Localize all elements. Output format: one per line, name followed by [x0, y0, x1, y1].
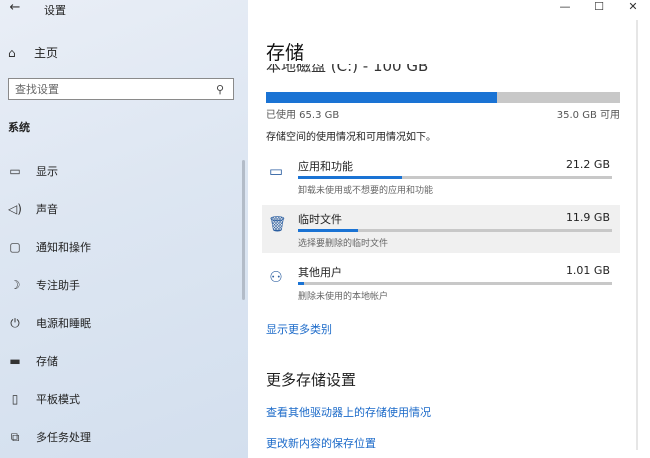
page-title: 存储 [266, 42, 305, 64]
category-usage-fill [298, 229, 358, 232]
sidebar-item-label: 平板模式 [36, 393, 80, 406]
save-location-link[interactable]: 更改新内容的保存位置 [266, 435, 376, 451]
category-name: 临时文件 [298, 213, 342, 226]
disk-usage-fill [266, 92, 498, 103]
sidebar-scrollbar[interactable] [242, 160, 245, 300]
search-box[interactable]: ⚲ [8, 78, 234, 100]
sidebar-item-label: 通知和操作 [36, 241, 91, 254]
category-size: 11.9 GB [565, 211, 610, 224]
minimize-button[interactable]: — [548, 0, 582, 18]
speaker-icon: ◁) [8, 202, 22, 216]
home-icon: ⌂ [8, 45, 16, 60]
search-input[interactable] [15, 82, 213, 96]
category-size: 1.01 GB [565, 264, 610, 277]
disk-title: 本地磁盘 (C:) - 100 GB [266, 64, 428, 78]
more-storage-settings-title: 更多存储设置 [266, 371, 357, 389]
notification-icon: ▢ [9, 240, 21, 254]
sidebar-item-multitasking[interactable]: ⧉ 多任务处理 [0, 418, 240, 456]
power-icon: ⏻ [10, 315, 20, 330]
category-usage-fill [298, 176, 402, 179]
category-usage-bar [298, 282, 612, 285]
sidebar-item-label: 显示 [36, 165, 58, 178]
sidebar-item-display[interactable]: ▭ 显示 [0, 152, 240, 190]
sidebar-item-power[interactable]: ⏻ 电源和睡眠 [0, 304, 240, 342]
disk-usage-bar[interactable] [266, 92, 620, 103]
category-usage-fill [298, 282, 305, 285]
show-more-categories-link[interactable]: 显示更多类别 [266, 321, 332, 337]
section-label-system: 系统 [8, 121, 30, 134]
monitor-icon: ▭ [9, 164, 21, 178]
search-icon[interactable]: ⚲ [213, 83, 227, 96]
category-name: 其他用户 [298, 266, 342, 279]
main-content: — ☐ ✕ 存储 本地磁盘 (C:) - 100 GB 已使用 65.3 GB … [248, 0, 650, 458]
category-usage-bar [298, 176, 612, 179]
apps-icon: ▭ [268, 162, 284, 180]
category-subtitle: 选择要删除的临时文件 [298, 239, 389, 249]
sidebar-item-tablet[interactable]: ▯ 平板模式 [0, 380, 240, 418]
window-controls: — ☐ ✕ [548, 0, 650, 18]
disk-title-text: 本地磁盘 (C:) - 100 GB [266, 64, 429, 75]
sidebar-item-label: 多任务处理 [36, 431, 91, 444]
sidebar-item-label: 专注助手 [36, 279, 80, 292]
back-arrow-icon[interactable]: ← [6, 0, 24, 18]
other-drives-link[interactable]: 查看其他驱动器上的存储使用情况 [266, 404, 431, 420]
multitask-icon: ⧉ [10, 429, 20, 444]
users-icon: ⚇ [269, 268, 283, 286]
sidebar-home[interactable]: ⌂ 主页 [8, 44, 58, 61]
sidebar-item-sound[interactable]: ◁) 声音 [0, 190, 240, 228]
trash-icon: 🗑 [268, 215, 288, 233]
category-subtitle: 卸载未使用或不想要的应用和功能 [298, 186, 434, 196]
storage-icon: ▬ [9, 354, 21, 368]
moon-icon: ☽ [9, 278, 21, 292]
used-space-label: 已使用 65.3 GB [266, 110, 340, 121]
sidebar-item-notifications[interactable]: ▢ 通知和操作 [0, 228, 240, 266]
sidebar: ← 设置 ⌂ 主页 ⚲ 系统 ▭ 显示 ◁) 声音 ▢ 通知和操作 ☽ 专注助手… [0, 0, 248, 458]
category-apps[interactable]: ▭ 应用和功能 21.2 GB 卸载未使用或不想要的应用和功能 [262, 152, 620, 200]
sidebar-item-label: 电源和睡眠 [36, 317, 91, 330]
category-usage-bar [298, 229, 612, 232]
category-subtitle: 删除未使用的本地帐户 [298, 292, 389, 302]
sidebar-item-storage[interactable]: ▬ 存储 [0, 342, 240, 380]
tablet-icon: ▯ [11, 392, 19, 406]
storage-description: 存储空间的使用情况和可用情况如下。 [266, 132, 436, 143]
maximize-button[interactable]: ☐ [582, 0, 616, 18]
close-button[interactable]: ✕ [616, 0, 650, 18]
main-scrollbar[interactable] [636, 20, 638, 450]
category-name: 应用和功能 [298, 160, 353, 173]
sidebar-item-focus-assist[interactable]: ☽ 专注助手 [0, 266, 240, 304]
sidebar-item-label: 存储 [36, 355, 58, 368]
category-size: 21.2 GB [565, 158, 610, 171]
category-temp-files[interactable]: 🗑 临时文件 11.9 GB 选择要删除的临时文件 [262, 205, 620, 253]
sidebar-item-label: 声音 [36, 203, 58, 216]
home-label: 主页 [34, 46, 59, 60]
category-other-users[interactable]: ⚇ 其他用户 1.01 GB 删除未使用的本地帐户 [262, 258, 620, 306]
available-space-label: 35.0 GB 可用 [556, 110, 620, 121]
app-title: 设置 [44, 4, 66, 17]
